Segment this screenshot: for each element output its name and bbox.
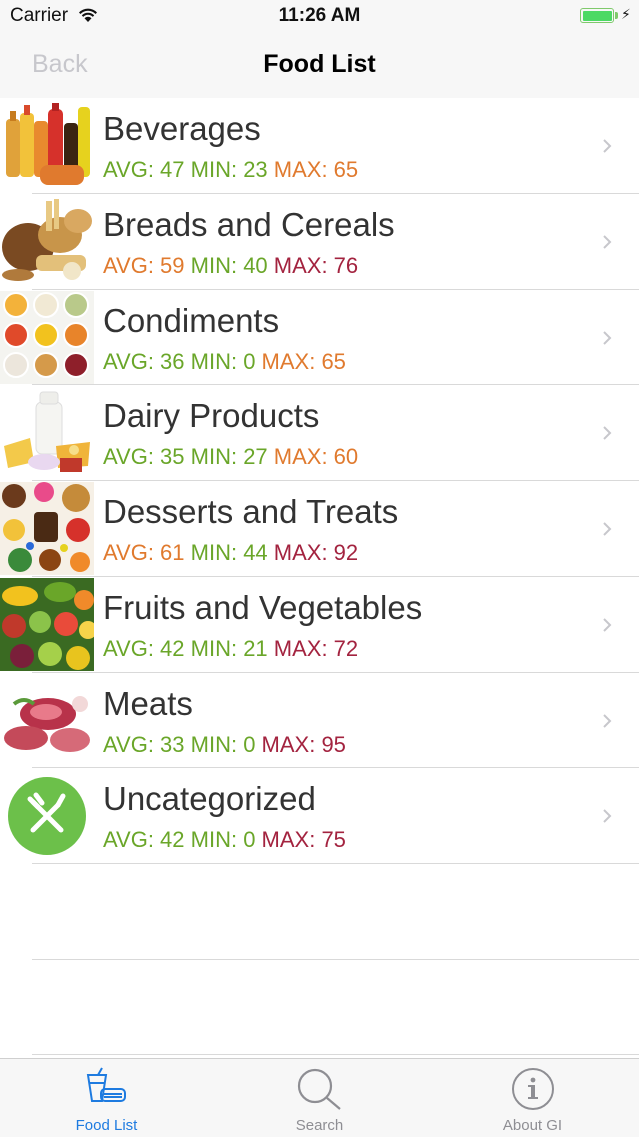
min-value: MIN: 23	[190, 157, 274, 182]
list-item-beverages[interactable]: Beverages AVG: 47 MIN: 23 MAX: 65	[0, 98, 639, 194]
list-item-dairy-products[interactable]: Dairy Products AVG: 35 MIN: 27 MAX: 60	[0, 385, 639, 481]
gi-stats: AVG: 35 MIN: 27 MAX: 60	[103, 444, 358, 470]
fruits-thumbnail	[0, 577, 94, 671]
category-title: Uncategorized	[103, 780, 316, 818]
search-icon	[296, 1067, 344, 1116]
min-value: MIN: 0	[190, 731, 262, 757]
category-title: Beverages	[103, 110, 261, 147]
chevron-right-icon	[602, 138, 612, 159]
min-value: MIN: 0	[190, 827, 262, 853]
list-item-breads-and-cereals[interactable]: Breads and Cereals AVG: 59 MIN: 40 MAX: …	[0, 194, 639, 290]
min-value: MIN: 0	[190, 348, 262, 374]
avg-value: AVG: 59	[103, 252, 191, 278]
beverages-thumbnail	[0, 99, 94, 192]
status-bar: Carrier 11:26 AM ⚡	[0, 0, 639, 32]
category-title: Condiments	[103, 301, 280, 339]
avg-value: AVG: 33	[103, 731, 191, 757]
max-value: MAX: 95	[261, 731, 346, 757]
chevron-right-icon	[602, 234, 612, 255]
chevron-right-icon	[602, 330, 612, 351]
tab-food-list[interactable]: Food List	[0, 1059, 213, 1137]
list-item-fruits-and-vegetables[interactable]: Fruits and Vegetables AVG: 42 MIN: 21 MA…	[0, 577, 639, 673]
food-list-icon	[84, 1067, 130, 1110]
dairy-thumbnail	[0, 386, 94, 480]
chevron-right-icon	[602, 808, 612, 829]
info-icon	[510, 1067, 556, 1116]
category-title: Meats	[103, 684, 193, 722]
chevron-right-icon	[602, 617, 612, 638]
gi-stats: AVG: 61 MIN: 44 MAX: 92	[103, 540, 358, 566]
tab-search[interactable]: Search	[213, 1059, 426, 1137]
list-item-desserts-and-treats[interactable]: Desserts and Treats AVG: 61 MIN: 44 MAX:…	[0, 481, 639, 577]
max-value: MAX: 65	[261, 348, 346, 374]
breads-thumbnail	[0, 194, 94, 288]
list-item-meats[interactable]: Meats AVG: 33 MIN: 0 MAX: 95	[0, 673, 639, 769]
avg-value: AVG: 47	[103, 157, 191, 182]
meats-thumbnail	[0, 673, 94, 767]
tab-label: About GI	[502, 1117, 563, 1134]
avg-value: AVG: 35	[103, 444, 191, 470]
navigation-bar: Back Food List	[0, 32, 639, 98]
desserts-thumbnail	[0, 482, 94, 575]
battery-icon	[580, 8, 614, 23]
list-item-uncategorized[interactable]: Uncategorized AVG: 42 MIN: 0 MAX: 75	[0, 768, 639, 864]
max-value: MAX: 60	[273, 444, 359, 470]
tab-about-gi[interactable]: About GI	[426, 1059, 639, 1137]
condiments-thumbnail	[0, 290, 94, 384]
max-value: MAX: 72	[273, 635, 359, 661]
gi-stats: AVG: 36 MIN: 0 MAX: 65	[103, 349, 346, 375]
gi-stats: AVG: 47 MIN: 23 MAX: 65	[103, 157, 358, 183]
charging-icon: ⚡	[621, 6, 631, 22]
list-item-condiments[interactable]: Condiments AVG: 36 MIN: 0 MAX: 65	[0, 290, 639, 386]
fork-knife-icon	[0, 769, 94, 863]
category-title: Breads and Cereals	[103, 205, 395, 243]
min-value: MIN: 40	[190, 252, 274, 278]
clock: 11:26 AM	[278, 5, 361, 26]
empty-row-divider	[32, 1054, 639, 1055]
row-divider	[32, 863, 639, 864]
chevron-right-icon	[602, 425, 612, 446]
gi-stats: AVG: 59 MIN: 40 MAX: 76	[103, 253, 358, 279]
max-value: MAX: 92	[273, 540, 359, 565]
gi-stats: AVG: 42 MIN: 0 MAX: 75	[103, 827, 346, 853]
avg-value: AVG: 61	[103, 540, 191, 565]
tab-label: Food List	[75, 1117, 138, 1134]
min-value: MIN: 21	[190, 635, 274, 661]
battery-cap	[615, 12, 618, 19]
min-value: MIN: 44	[190, 540, 274, 565]
avg-value: AVG: 42	[103, 827, 191, 853]
category-title: Desserts and Treats	[103, 493, 399, 530]
max-value: MAX: 65	[273, 157, 359, 182]
food-category-list: Beverages AVG: 47 MIN: 23 MAX: 65 Breads…	[0, 98, 639, 864]
avg-value: AVG: 36	[103, 348, 191, 374]
tab-bar: Food List Search About GI	[0, 1058, 639, 1137]
avg-value: AVG: 42	[103, 635, 191, 661]
category-title: Fruits and Vegetables	[103, 588, 423, 626]
category-title: Dairy Products	[103, 397, 320, 435]
page-title: Food List	[263, 50, 376, 78]
gi-stats: AVG: 42 MIN: 21 MAX: 72	[103, 636, 358, 662]
chevron-right-icon	[602, 521, 612, 542]
min-value: MIN: 27	[190, 444, 274, 470]
max-value: MAX: 76	[273, 252, 359, 278]
empty-row-divider	[32, 959, 639, 960]
tab-label: Search	[295, 1117, 344, 1134]
max-value: MAX: 75	[261, 827, 346, 853]
gi-stats: AVG: 33 MIN: 0 MAX: 95	[103, 732, 346, 758]
chevron-right-icon	[602, 713, 612, 734]
